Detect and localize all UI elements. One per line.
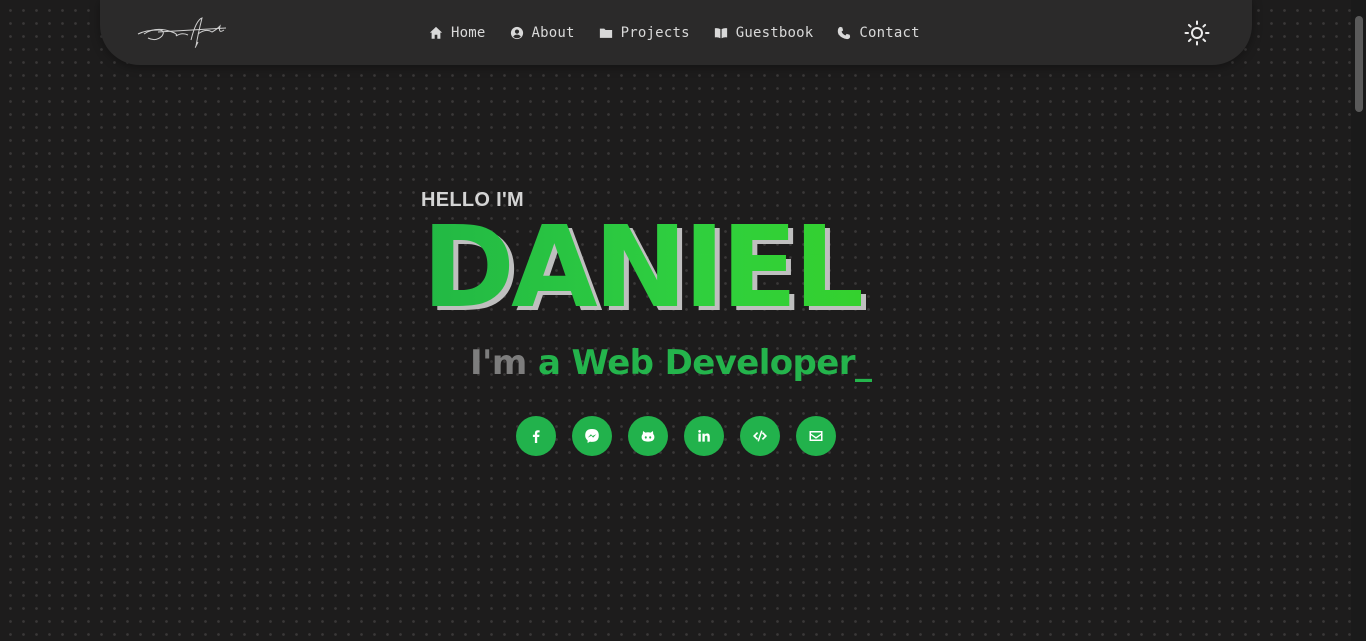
nav-projects[interactable]: Projects	[599, 25, 690, 41]
nav-home-label: Home	[451, 24, 486, 41]
tagline-prefix: I'm	[470, 343, 527, 383]
sun-icon	[1184, 20, 1210, 46]
nav-about[interactable]: About	[510, 25, 575, 41]
nav-contact[interactable]: Contact	[837, 24, 920, 41]
navbar: Home About Projects Guestbook Contact	[100, 0, 1252, 65]
email-button[interactable]	[796, 416, 836, 456]
nav-contact-label: Contact	[859, 24, 920, 41]
folder-icon	[599, 26, 613, 40]
nav-projects-label: Projects	[620, 24, 690, 41]
tagline-role: a Web Developer	[537, 343, 856, 383]
user-circle-icon	[510, 26, 524, 40]
nav-guestbook[interactable]: Guestbook	[714, 25, 814, 41]
messenger-button[interactable]	[572, 416, 612, 456]
messenger-icon	[585, 429, 599, 443]
github-button[interactable]	[628, 416, 668, 456]
nav-home[interactable]: Home	[429, 25, 486, 41]
facebook-button[interactable]	[516, 416, 556, 456]
social-links	[516, 416, 836, 456]
home-icon	[429, 26, 443, 40]
book-icon	[714, 26, 728, 40]
main-nav: Home About Projects Guestbook Contact	[429, 0, 920, 65]
email-icon	[809, 431, 823, 441]
facebook-icon	[532, 430, 540, 443]
code-icon	[753, 430, 767, 442]
hero-tagline: I'm a Web Developer_	[470, 343, 872, 383]
scrollbar-thumb[interactable]	[1355, 16, 1363, 112]
linkedin-button[interactable]	[684, 416, 724, 456]
theme-toggle-button[interactable]	[1184, 20, 1210, 46]
signature-logo[interactable]	[136, 12, 228, 52]
code-button[interactable]	[740, 416, 780, 456]
nav-guestbook-label: Guestbook	[735, 24, 814, 41]
linkedin-icon	[698, 430, 710, 442]
typing-cursor: _	[854, 343, 872, 383]
phone-icon	[837, 26, 851, 40]
nav-about-label: About	[531, 24, 575, 41]
page-scrollbar[interactable]	[1351, 0, 1366, 641]
hero-name: DANIEL	[422, 203, 865, 333]
github-icon	[641, 431, 655, 442]
